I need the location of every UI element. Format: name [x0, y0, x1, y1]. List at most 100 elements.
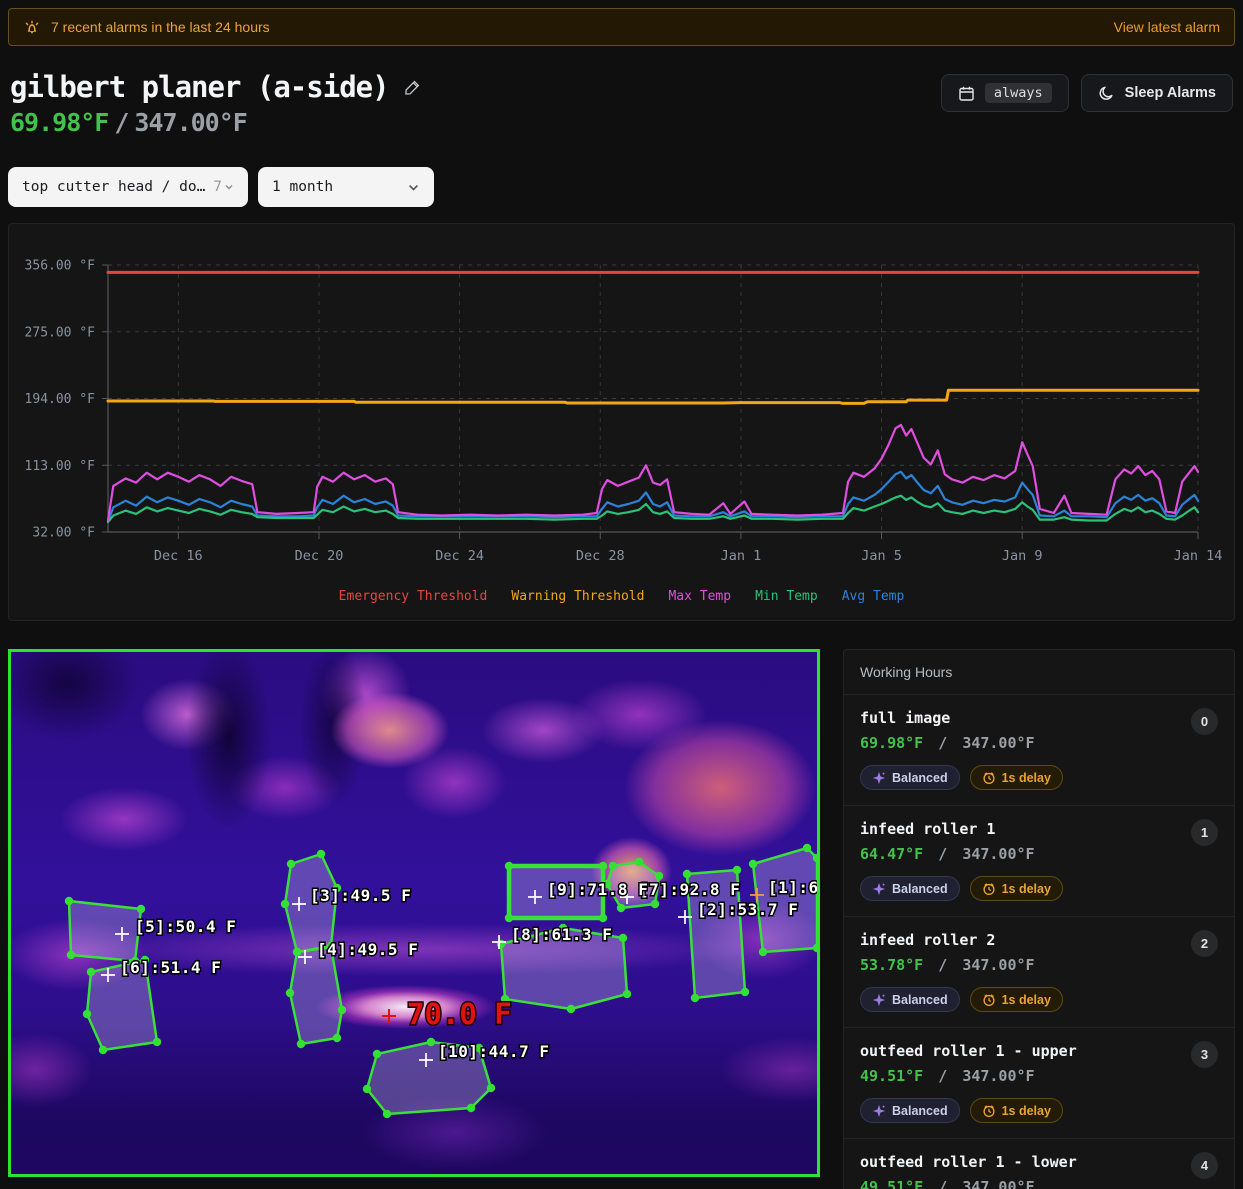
roi-temp-label: [8]:61.3 F — [511, 925, 612, 944]
roi-plus-marker — [382, 1009, 396, 1023]
working-hours-item[interactable]: outfeed roller 1 - upper 49.51°F / 347.00… — [844, 1027, 1234, 1138]
roi-name: infeed roller 1 — [860, 820, 996, 838]
x-axis-label: Dec 20 — [295, 548, 344, 564]
legend-item[interactable]: Avg Temp — [842, 589, 905, 604]
moon-icon — [1098, 85, 1115, 102]
x-axis-label: Jan 14 — [1174, 548, 1223, 564]
roi-node — [337, 1005, 347, 1015]
y-axis-label: 113.00 °F — [25, 459, 96, 474]
roi-temps: 53.78°F / 347.00°F — [860, 956, 1035, 974]
roi-name: outfeed roller 1 - upper — [860, 1042, 1077, 1060]
sparkle-icon — [872, 1104, 886, 1118]
delay-badge[interactable]: 1s delay — [969, 765, 1063, 790]
roi-current-temp: 64.47°F — [860, 845, 924, 863]
working-hours-item[interactable]: outfeed roller 1 - lower 49.51°F / 347.00… — [844, 1138, 1234, 1189]
legend-item[interactable]: Warning Threshold — [511, 589, 644, 604]
roi-max-temp: 347.00°F — [962, 1178, 1035, 1189]
working-hours-item[interactable]: infeed roller 2 53.78°F / 347.00°F Balance… — [844, 916, 1234, 1027]
roi-node — [618, 933, 628, 943]
temperature-summary: 69.98°F/347.00°F — [10, 108, 248, 137]
schedule-button[interactable]: always — [940, 74, 1069, 112]
roi-node — [280, 899, 290, 909]
roi-node — [732, 865, 742, 875]
roi-temp-label: [1]:6 — [768, 878, 817, 897]
legend-item[interactable]: Emergency Threshold — [339, 589, 488, 604]
chevron-down-icon — [224, 182, 234, 192]
roi-node — [622, 989, 632, 999]
camera-select[interactable]: top cutter head / do… 7 — [8, 167, 248, 207]
roi-node — [608, 861, 618, 871]
y-axis-label: 194.00 °F — [25, 392, 96, 407]
roi-index-badge: 1 — [1191, 819, 1218, 846]
roi-node — [152, 1037, 162, 1047]
legend-item[interactable]: Min Temp — [755, 589, 818, 604]
current-temp: 69.98°F — [10, 108, 109, 137]
roi-node — [286, 859, 296, 869]
sparkle-icon — [872, 993, 886, 1007]
roi-name: full image — [860, 709, 951, 727]
balanced-badge[interactable]: Balanced — [860, 987, 960, 1012]
roi-temp-label: [5]:50.4 F — [135, 917, 236, 936]
roi-temp-label: [9]:71.8 F — [547, 880, 648, 899]
view-latest-alarm-link[interactable]: View latest alarm — [1114, 19, 1220, 35]
roi-index-badge: 0 — [1191, 708, 1218, 735]
roi-temps: 69.98°F / 347.00°F — [860, 734, 1035, 752]
roi-node — [426, 1037, 436, 1047]
roi-max-temp: 347.00°F — [962, 1067, 1035, 1085]
roi-name: outfeed roller 1 - lower — [860, 1153, 1077, 1171]
max-temp-setpoint: 347.00°F — [134, 108, 247, 137]
roi-node — [486, 1083, 496, 1093]
edit-title-icon[interactable] — [403, 78, 422, 97]
balanced-badge[interactable]: Balanced — [860, 765, 960, 790]
roi-node — [690, 993, 700, 1003]
sleep-alarms-button[interactable]: Sleep Alarms — [1080, 74, 1233, 112]
delay-badge[interactable]: 1s delay — [969, 987, 1063, 1012]
roi-node — [740, 987, 750, 997]
temperature-chart[interactable]: 356.00 °F 275.00 °F 194.00 °F 113.00 °F 32.0… — [9, 224, 1234, 620]
x-axis-label: Dec 24 — [435, 548, 484, 564]
series-warning-threshold — [106, 388, 1200, 405]
camera-select-value: top cutter head / do… — [22, 179, 206, 195]
roi-node — [758, 947, 768, 957]
working-hours-title: Working Hours — [844, 650, 1234, 695]
delay-badge[interactable]: 1s delay — [969, 876, 1063, 901]
legend-item[interactable]: Max Temp — [668, 589, 731, 604]
roi-node — [654, 871, 664, 881]
working-hours-item[interactable]: full image 69.98°F / 347.00°F Balanced 1s d… — [844, 695, 1234, 805]
roi-node — [332, 1033, 342, 1043]
roi-node — [64, 896, 74, 906]
roi-node — [382, 1109, 392, 1119]
roi-temp-label: [7]:92.8 F — [639, 880, 740, 899]
roi-temp-label: [10]:44.7 F — [438, 1042, 549, 1061]
roi-overlay: [1]:6 [2]:53.7 F [3]:49.5 F [4]:49.5 F [5]:5… — [64, 843, 817, 1119]
sleep-alarms-label: Sleep Alarms — [1124, 85, 1216, 101]
balanced-badge[interactable]: Balanced — [860, 1098, 960, 1123]
alarm-banner[interactable]: 7 recent alarms in the last 24 hours Vie… — [8, 8, 1235, 46]
thermal-roi-6[interactable]: [6]:51.4 F — [82, 955, 222, 1055]
calendar-icon — [958, 85, 975, 102]
sparkle-icon — [872, 771, 886, 785]
page-title: gilbert planer (a-side) — [10, 70, 390, 104]
thermal-roi-5[interactable]: [5]:50.4 F — [64, 896, 237, 966]
thermal-roi-8[interactable]: [8]:61.3 F — [492, 924, 632, 1014]
roi-temps: 64.47°F / 347.00°F — [860, 845, 1035, 863]
clock-icon — [982, 993, 996, 1007]
roi-node — [86, 967, 96, 977]
range-select[interactable]: 1 month — [258, 167, 434, 207]
roi-max-temp: 347.00°F — [962, 956, 1035, 974]
roi-current-temp: 49.51°F — [860, 1067, 924, 1085]
sparkle-icon — [872, 882, 886, 896]
roi-node — [316, 849, 326, 859]
x-axis-label: Dec 28 — [576, 548, 625, 564]
thermal-spot[interactable]: 70.0 F — [382, 996, 513, 1033]
roi-node — [802, 843, 812, 853]
working-hours-item[interactable]: infeed roller 1 64.47°F / 347.00°F Balance… — [844, 805, 1234, 916]
balanced-badge[interactable]: Balanced — [860, 876, 960, 901]
roi-node — [466, 1103, 476, 1113]
roi-node — [136, 904, 146, 914]
delay-badge[interactable]: 1s delay — [969, 1098, 1063, 1123]
thermal-image[interactable]: [1]:6 [2]:53.7 F [3]:49.5 F [4]:49.5 F [5]:5… — [8, 649, 820, 1177]
alarm-banner-text: 7 recent alarms in the last 24 hours — [51, 19, 270, 35]
thermal-roi-4[interactable]: [4]:49.5 F — [285, 939, 419, 1049]
thermal-roi-10[interactable]: [10]:44.7 F — [362, 1037, 550, 1119]
